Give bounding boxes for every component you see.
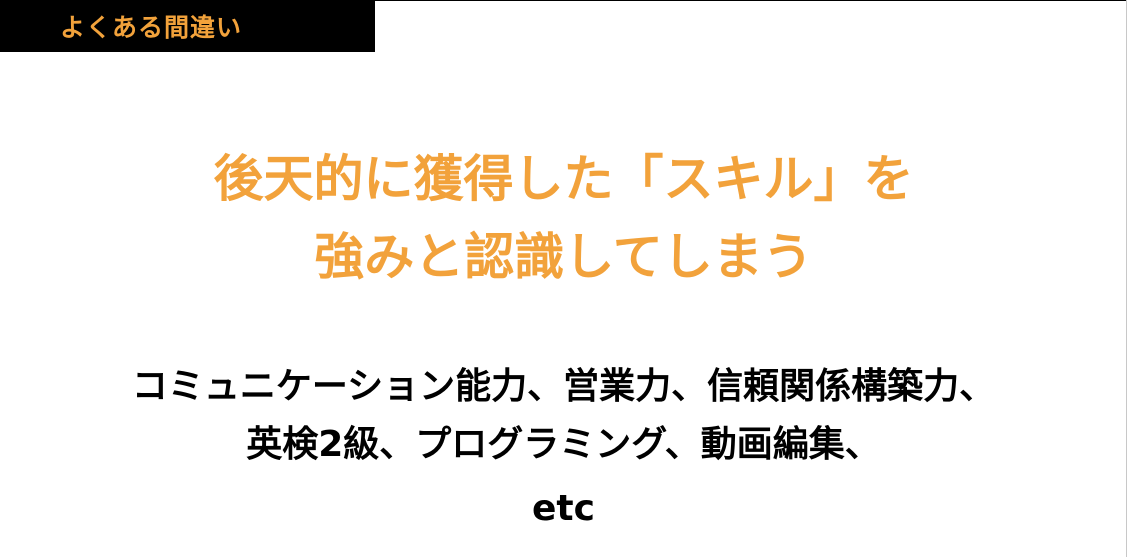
section-header-label: よくある間違い xyxy=(60,13,243,42)
section-header-tab: よくある間違い xyxy=(0,0,375,52)
headline-line-1: 後天的に獲得した「スキル」を xyxy=(213,150,914,208)
skill-examples-line-2: 英検2級、プログラミング、動画編集、 xyxy=(246,424,881,465)
skill-examples-etc: etc xyxy=(532,488,595,529)
headline-line-2: 強みと認識してしまう xyxy=(314,228,813,286)
headline: 後天的に獲得した「スキル」を 強みと認識してしまう xyxy=(0,140,1127,296)
skill-examples-line-1: コミュニケーション能力、営業力、信頼関係構築力、 xyxy=(131,366,996,407)
slide: よくある間違い 後天的に獲得した「スキル」を 強みと認識してしまう コミュニケー… xyxy=(0,0,1127,557)
skill-examples: コミュニケーション能力、営業力、信頼関係構築力、 英検2級、プログラミング、動画… xyxy=(0,358,1127,538)
